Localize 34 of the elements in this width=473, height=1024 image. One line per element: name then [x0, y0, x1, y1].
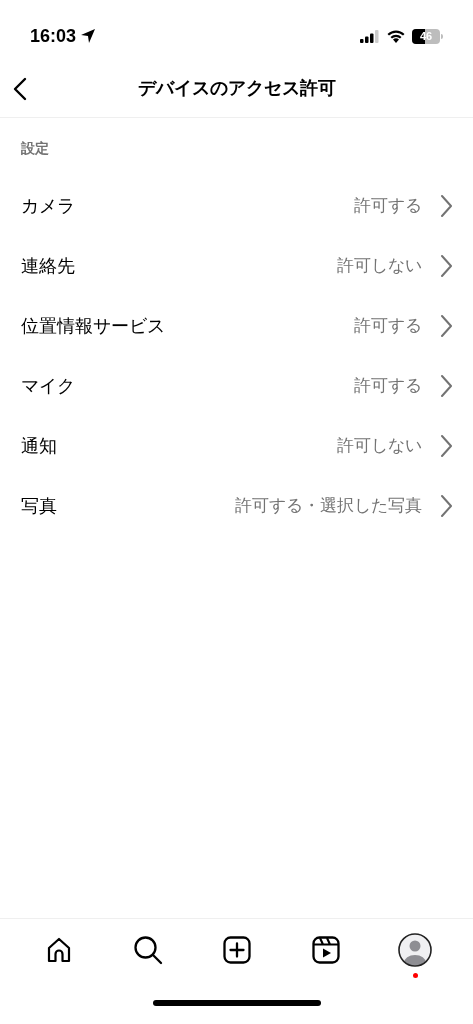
chevron-right-icon [440, 314, 452, 338]
row-value: 許可しない [337, 255, 422, 278]
settings-row[interactable]: カメラ 許可する [0, 176, 473, 236]
settings-row[interactable]: マイク 許可する [0, 356, 473, 416]
row-label: マイク [21, 374, 76, 398]
chevron-right-icon [440, 374, 452, 398]
row-label: 通知 [21, 434, 58, 458]
settings-row[interactable]: 写真 許可する・選択した写真 [0, 476, 473, 536]
row-value: 許可する・選択した写真 [235, 495, 422, 518]
location-arrow-icon [80, 28, 97, 44]
settings-row[interactable]: 連絡先 許可しない [0, 236, 473, 296]
section-heading: 設定 [21, 140, 49, 156]
settings-row[interactable]: 通知 許可しない [0, 416, 473, 476]
create-post-icon[interactable] [222, 935, 251, 964]
search-icon[interactable] [132, 934, 163, 965]
row-label: 位置情報サービス [21, 314, 166, 338]
page-title: デバイスのアクセス許可 [137, 77, 336, 100]
row-value: 許可する [354, 375, 422, 398]
settings-row[interactable]: 位置情報サービス 許可する [0, 296, 473, 356]
chevron-right-icon [440, 434, 452, 458]
row-label: カメラ [21, 194, 76, 218]
chevron-right-icon [440, 254, 452, 278]
chevron-right-icon [440, 494, 452, 518]
row-label: 連絡先 [21, 254, 76, 278]
chevron-right-icon [440, 194, 452, 218]
wifi-icon [387, 29, 405, 43]
row-label: 写真 [21, 494, 58, 518]
status-time: 16:03 [30, 24, 77, 48]
row-value: 許可しない [337, 435, 422, 458]
row-value: 許可する [354, 195, 422, 218]
signal-icon [360, 29, 380, 43]
row-value: 許可する [354, 315, 422, 338]
video-clapper-icon[interactable] [311, 935, 340, 964]
avatar-icon[interactable] [397, 932, 432, 967]
